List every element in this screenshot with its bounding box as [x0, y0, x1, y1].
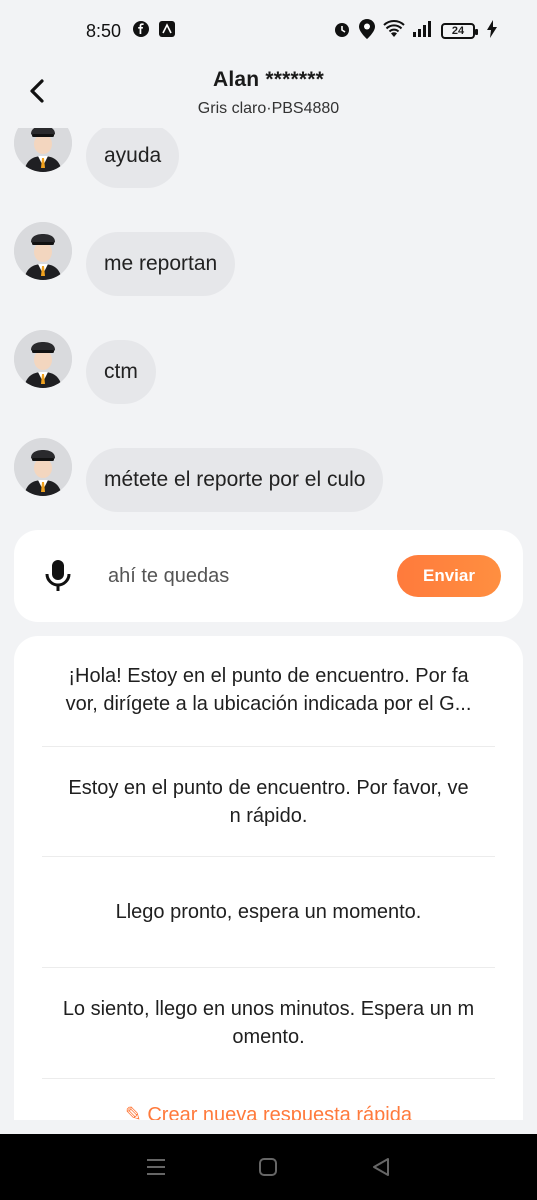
create-quick-reply-link[interactable]: ✎ Crear nueva respuesta rápida: [14, 1102, 523, 1120]
location-icon: [359, 18, 375, 44]
send-button[interactable]: Enviar: [397, 555, 501, 597]
quick-reply-text: ¡Hola! Estoy en el punto de encuentro. P…: [68, 665, 469, 687]
message-bubble: métete el reporte por el culo: [86, 448, 384, 512]
message-row: métete el reporte por el culo: [14, 438, 384, 512]
quick-reply-text: Llego pronto, espera un momento.: [115, 901, 422, 923]
driver-name: Alan *******: [213, 68, 324, 91]
status-bar: 8:50 24: [0, 0, 537, 62]
message-composer: Enviar: [14, 530, 523, 622]
message-bubble: ctm: [86, 340, 156, 404]
driver-avatar: [14, 438, 72, 496]
quick-reply-item[interactable]: Llego pronto, espera un momento.: [42, 898, 495, 926]
quick-reply-text: vor, dirígete a la ubicación indicada po…: [65, 693, 472, 715]
facebook-icon: [133, 20, 150, 42]
message-bubble: me reportan: [86, 232, 236, 296]
divider: [42, 856, 495, 857]
status-system-icons: 24: [333, 18, 497, 44]
signal-icon: [413, 20, 433, 42]
message-row: me reportan: [14, 222, 236, 296]
menu-icon: [147, 1159, 166, 1175]
quick-reply-item[interactable]: Lo siento, llego en unos minutos. Espera…: [42, 995, 495, 1051]
divider: [42, 967, 495, 968]
microphone-button[interactable]: [38, 556, 78, 596]
system-nav-bar: [0, 1134, 537, 1200]
home-button[interactable]: [248, 1147, 288, 1187]
quick-reply-text: Lo siento, llego en unos minutos. Espera…: [62, 998, 475, 1020]
battery-icon: 24: [441, 23, 478, 39]
app-notification-icon: [159, 20, 176, 42]
alarm-icon: [333, 20, 351, 43]
divider: [42, 1078, 495, 1079]
driver-avatar: [14, 222, 72, 280]
status-notification-icons: [133, 20, 176, 42]
message-list[interactable]: ayuda me reportan ctm métete el reporte …: [0, 128, 537, 528]
quick-reply-item[interactable]: ¡Hola! Estoy en el punto de encuentro. P…: [42, 662, 495, 718]
message-row: ctm: [14, 330, 156, 404]
status-time: 8:50: [86, 20, 122, 41]
message-bubble: ayuda: [86, 128, 180, 188]
back-triangle-icon: [372, 1158, 389, 1176]
quick-reply-text: omento.: [232, 1026, 305, 1048]
microphone-icon: [45, 560, 71, 591]
driver-avatar: [14, 330, 72, 388]
charging-icon: [487, 19, 497, 43]
system-back-button[interactable]: [361, 1147, 401, 1187]
home-square-icon: [259, 1158, 278, 1176]
message-input[interactable]: [108, 564, 378, 588]
quick-reply-item[interactable]: Estoy en el punto de encuentro. Por favo…: [42, 774, 495, 830]
chat-header: Alan ******* Gris claro·PBS4880: [0, 62, 537, 128]
quick-reply-text: n rápido.: [229, 805, 308, 827]
wifi-icon: [383, 19, 405, 43]
divider: [42, 746, 495, 747]
quick-replies-panel: ¡Hola! Estoy en el punto de encuentro. P…: [14, 636, 523, 1120]
driver-avatar: [14, 128, 72, 172]
recents-button[interactable]: [136, 1147, 176, 1187]
message-row: ayuda: [14, 128, 180, 188]
quick-reply-text: Estoy en el punto de encuentro. Por favo…: [68, 777, 469, 799]
vehicle-info: Gris claro·PBS4880: [197, 100, 340, 117]
